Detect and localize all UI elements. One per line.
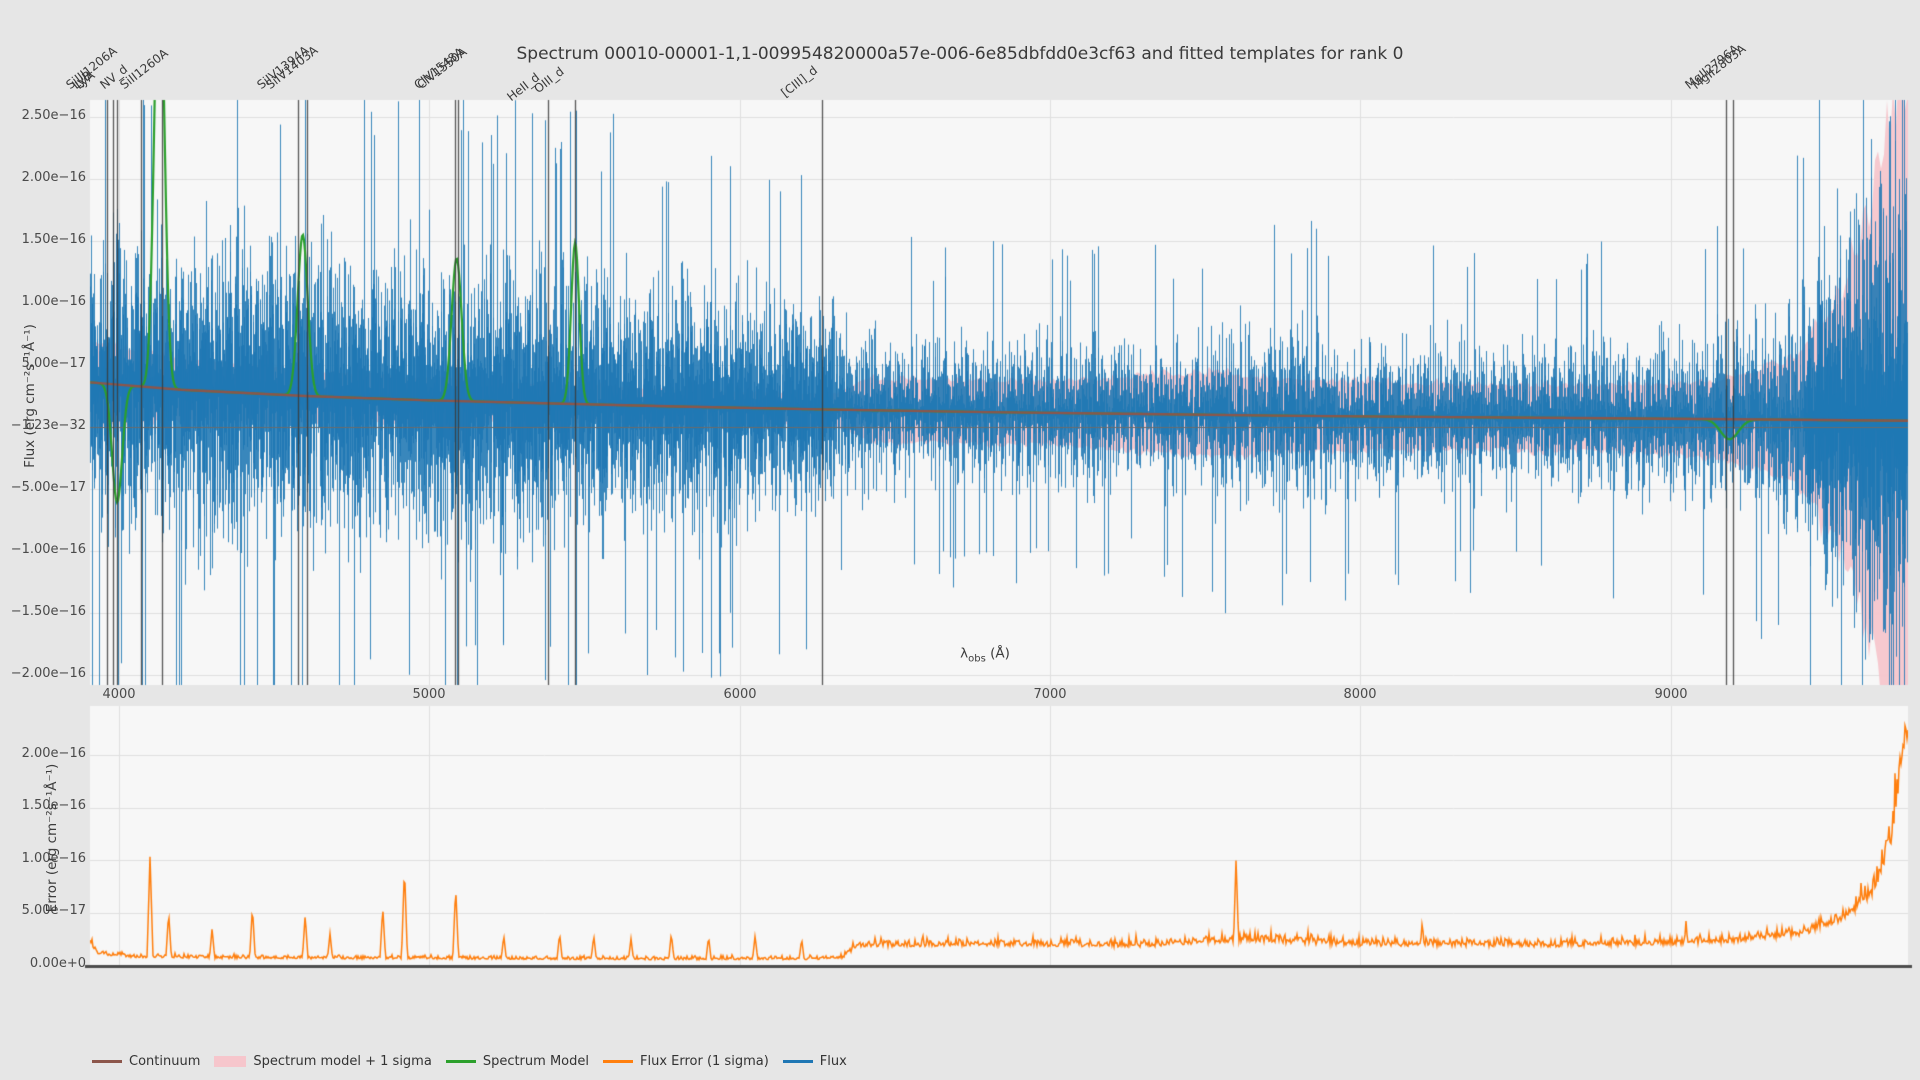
- legend: Continuum Spectrum model + 1 sigma Spect…: [92, 1054, 847, 1069]
- xtick-4000: 4000: [89, 687, 149, 702]
- flux-ytick: −1.00e−16: [4, 542, 86, 557]
- sigma-band-swatch: [214, 1056, 246, 1067]
- legend-item-spectrum-model: Spectrum Model: [446, 1054, 589, 1069]
- flux-error-line-swatch: [603, 1060, 633, 1063]
- legend-label: Spectrum Model: [483, 1054, 589, 1069]
- flux-ytick: −1.23e−32: [4, 418, 86, 433]
- legend-item-flux: Flux: [783, 1054, 847, 1069]
- xtick-6000: 6000: [710, 687, 770, 702]
- flux-ytick: 2.50e−16: [4, 108, 86, 123]
- xtick-5000: 5000: [399, 687, 459, 702]
- flux-ytick: 1.50e−16: [4, 232, 86, 247]
- flux-ytick: −2.00e−16: [4, 666, 86, 681]
- legend-item-continuum: Continuum: [92, 1054, 200, 1069]
- wavelength-axis-label: λobs (Å): [960, 646, 1010, 665]
- flux-line-swatch: [783, 1060, 813, 1063]
- flux-ytick: 5.00e−17: [4, 356, 86, 371]
- xtick-9000: 9000: [1641, 687, 1701, 702]
- spectrum-figure: Spectrum 00010-00001-1,1-009954820000a57…: [0, 0, 1920, 1080]
- flux-axis-label: Flux (erg cm⁻²s⁻¹Å⁻¹): [22, 324, 38, 468]
- flux-ytick: −5.00e−17: [4, 480, 86, 495]
- xtick-8000: 8000: [1330, 687, 1390, 702]
- legend-label: Flux: [820, 1054, 847, 1069]
- flux-ytick: −1.50e−16: [4, 604, 86, 619]
- error-axis-label: Error (erg cm⁻²s⁻¹Å⁻¹): [44, 764, 60, 913]
- flux-ytick: 1.00e−16: [4, 294, 86, 309]
- xtick-7000: 7000: [1020, 687, 1080, 702]
- error-ytick: 2.00e−16: [4, 746, 86, 761]
- legend-item-flux-error: Flux Error (1 sigma): [603, 1054, 769, 1069]
- spectrum-plot-canvas: [0, 0, 1920, 1080]
- legend-label: Flux Error (1 sigma): [640, 1054, 769, 1069]
- spectrum-model-line-swatch: [446, 1060, 476, 1063]
- legend-label: Spectrum model + 1 sigma: [253, 1054, 431, 1069]
- continuum-line-swatch: [92, 1060, 122, 1063]
- error-ytick: 0.00e+0: [4, 956, 86, 971]
- legend-label: Continuum: [129, 1054, 200, 1069]
- legend-item-sigma-band: Spectrum model + 1 sigma: [214, 1054, 431, 1069]
- flux-ytick: 2.00e−16: [4, 170, 86, 185]
